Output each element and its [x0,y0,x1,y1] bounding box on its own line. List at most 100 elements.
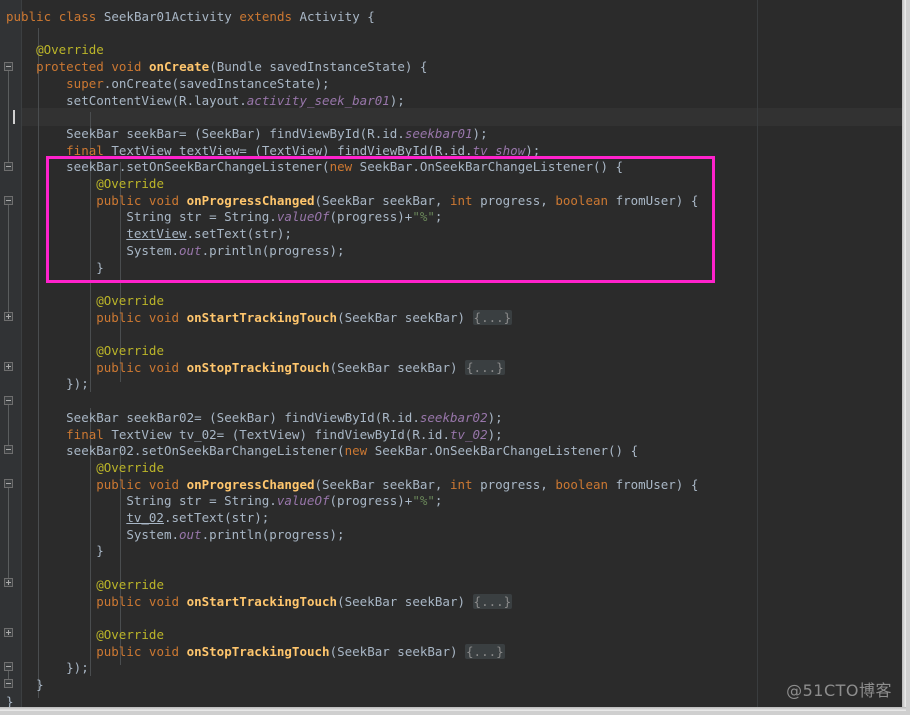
code-token-mth: onProgressChanged [186,192,315,208]
code-token-fold: {...} [472,309,513,325]
code-line: final TextView tv_02= (TextView) findVie… [66,427,503,444]
fold-marker-plus[interactable] [4,312,13,321]
code-line: public void onStopTrackingTouch(SeekBar … [96,359,505,377]
fold-connector-line [8,405,9,445]
code-token-kw: public [96,476,149,492]
code-token-pln: String str = String. [126,493,277,509]
code-token-fold: {...} [472,593,513,609]
code-line: }); [66,660,89,677]
code-token-kw: final [66,426,112,442]
code-line: seekBar.setOnSeekBarChangeListener(new S… [66,159,623,176]
fold-marker-minus[interactable] [4,445,13,454]
code-token-pln: (progress)+ [329,209,413,225]
code-line: SeekBar seekBar= (SeekBar) findViewById(… [66,126,487,143]
code-line: public void onStartTrackingTouch(SeekBar… [96,309,513,327]
code-token-fld: seekbar01 [404,125,473,141]
code-token-ann: @Override [96,292,164,308]
code-token-pln: (progress)+ [329,493,413,509]
code-line: @Override [96,460,164,477]
fold-connector-line [8,71,9,162]
code-line: @Override [96,343,164,360]
code-line: @Override [96,293,164,310]
code-token-kw: void [148,643,187,659]
code-token-kw: public [96,359,149,375]
code-token-pln: .println(progress); [201,526,345,542]
code-token-ann: @Override [36,42,104,58]
fold-marker-minus[interactable] [4,196,13,205]
code-token-pln: TextView tv_02= (TextView) findViewById(… [111,426,450,442]
fold-marker-plus[interactable] [4,362,13,371]
code-token-str: "%" [412,493,435,509]
code-token-fld: out [179,242,202,258]
code-token-pln: (Bundle savedInstanceState) { [209,59,428,75]
code-token-ann: @Override [96,576,164,592]
code-token-pln: } [96,543,104,559]
ide-editor-window: public class SeekBar01Activity extends A… [0,0,910,715]
code-line: protected void onCreate(Bundle savedInst… [36,59,427,76]
code-token-ann: @Override [96,459,164,475]
window-right-shadow [902,0,906,711]
code-token-kw: class [58,9,104,24]
code-token-kw: void [148,192,187,208]
code-token-pln: TextView textView= (TextView) findViewBy… [111,142,473,158]
code-token-pln: .println(progress); [201,242,345,258]
watermark-label: @51CTO博客 [786,681,892,700]
fold-marker-minus[interactable] [4,679,13,688]
code-token-pln: ; [434,493,443,509]
code-line: public void onStopTrackingTouch(SeekBar … [96,643,505,661]
code-token-pln: fromUser) { [615,192,699,208]
code-token-und: tv_02 [126,510,164,525]
code-line: textView.setText(str); [126,226,292,243]
fold-marker-minus[interactable] [4,162,13,171]
code-token-pln: progress, [480,192,556,208]
fold-connector-line [8,488,9,578]
fold-marker-plus[interactable] [4,628,13,637]
code-token-pln: .setText(str); [186,226,292,242]
code-line: @Override [96,627,164,644]
code-token-ann: @Override [96,343,164,358]
fold-marker-minus[interactable] [4,479,13,488]
text-caret [13,110,15,124]
code-token-kw: void [148,309,187,325]
code-line: @Override [36,42,104,59]
code-token-ann: @Override [96,176,164,191]
code-line: seekBar02.setOnSeekBarChangeListener(new… [66,443,638,460]
code-token-pln: SeekBar.OnSeekBarChangeListener() { [359,159,624,175]
code-token-ann: @Override [96,626,164,642]
code-token-mth: onStartTrackingTouch [186,593,338,609]
code-token-pln: ); [525,142,541,158]
code-line: final TextView textView= (TextView) find… [66,143,540,160]
code-line: @Override [96,577,164,594]
code-token-pln: (SeekBar seekBar) [329,643,466,659]
code-token-pln: seekBar.setOnSeekBarChangeListener( [66,159,330,175]
code-token-fld: activity_seek_bar01 [246,92,390,108]
fold-marker-minus[interactable] [4,396,13,405]
code-token-kw: boolean [555,192,616,208]
fold-marker-minus[interactable] [4,662,13,671]
code-token-pln: .onCreate(savedInstanceState); [103,75,330,91]
code-token-pln: ); [472,125,488,141]
code-token-pln: (SeekBar seekBar, [314,192,450,208]
code-token-fold: {...} [465,359,505,375]
code-token-pln: ; [434,209,443,225]
code-token-kw: public [96,309,149,325]
code-line: }); [66,376,89,393]
fold-marker-plus[interactable] [4,578,13,587]
code-line: String str = String.valueOf(progress)+"%… [126,209,442,226]
code-token-kw: int [449,192,481,208]
code-token-pln: .setText(str); [163,510,270,525]
code-line: } [96,260,104,277]
editor-gutter[interactable] [0,0,22,711]
code-token-kw: new [329,159,360,175]
code-token-kw: protected [36,59,112,75]
code-token-kw: void [148,476,187,492]
code-token-kw: final [66,142,112,158]
code-token-pln: setContentView(R.layout. [66,92,247,108]
fold-connector-line [8,671,9,679]
code-token-pln: seekBar02.setOnSeekBarChangeListener( [66,443,345,459]
code-token-pln: }); [66,376,89,392]
code-token-pln: fromUser) { [615,476,699,492]
code-token-pln: ); [487,409,503,425]
fold-marker-minus[interactable] [4,62,13,71]
code-token-pln: } [96,259,104,275]
